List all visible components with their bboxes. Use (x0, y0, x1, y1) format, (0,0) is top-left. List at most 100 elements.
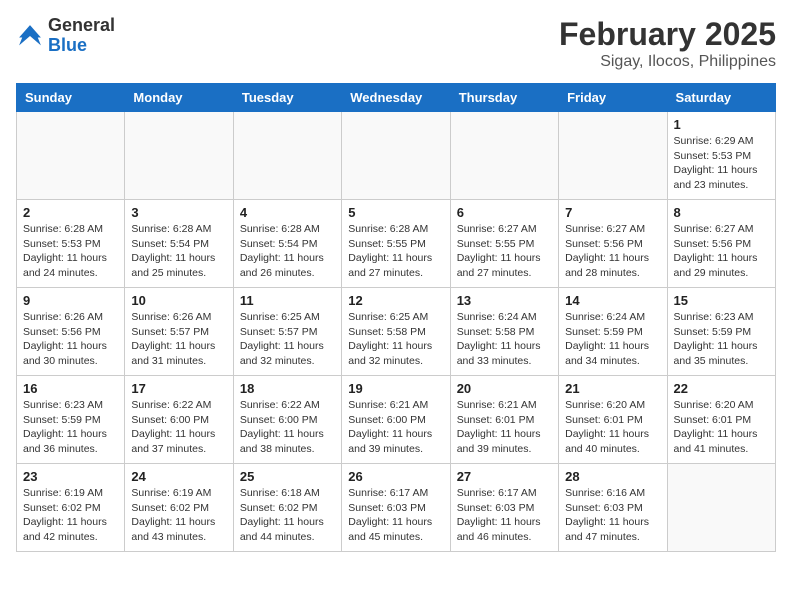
day-number: 11 (240, 293, 335, 308)
day-number: 28 (565, 469, 660, 484)
day-number: 25 (240, 469, 335, 484)
day-info: Sunrise: 6:21 AM Sunset: 6:01 PM Dayligh… (457, 398, 552, 457)
day-number: 18 (240, 381, 335, 396)
day-number: 4 (240, 205, 335, 220)
day-info: Sunrise: 6:26 AM Sunset: 5:57 PM Dayligh… (131, 310, 226, 369)
logo-icon (16, 22, 44, 50)
day-number: 26 (348, 469, 443, 484)
day-info: Sunrise: 6:25 AM Sunset: 5:57 PM Dayligh… (240, 310, 335, 369)
calendar-cell: 16 Sunrise: 6:23 AM Sunset: 5:59 PM Dayli… (17, 376, 125, 464)
day-number: 21 (565, 381, 660, 396)
title-block: February 2025 Sigay, Ilocos, Philippines (559, 16, 776, 71)
calendar-cell: 25 Sunrise: 6:18 AM Sunset: 6:02 PM Dayli… (233, 464, 341, 552)
logo: General Blue (16, 16, 115, 56)
calendar-cell: 6 Sunrise: 6:27 AM Sunset: 5:55 PM Daylig… (450, 200, 558, 288)
day-info: Sunrise: 6:29 AM Sunset: 5:53 PM Dayligh… (674, 134, 769, 193)
location-subtitle: Sigay, Ilocos, Philippines (559, 53, 776, 71)
calendar-week-row: 16 Sunrise: 6:23 AM Sunset: 5:59 PM Dayli… (17, 376, 776, 464)
weekday-header-sunday: Sunday (17, 84, 125, 112)
day-info: Sunrise: 6:20 AM Sunset: 6:01 PM Dayligh… (674, 398, 769, 457)
logo-blue: Blue (48, 35, 87, 55)
day-info: Sunrise: 6:28 AM Sunset: 5:55 PM Dayligh… (348, 222, 443, 281)
calendar-cell: 27Sunrise: 6:17 AM Sunset: 6:03 PM Dayli… (450, 464, 558, 552)
calendar-cell: 2 Sunrise: 6:28 AM Sunset: 5:53 PM Daylig… (17, 200, 125, 288)
calendar-cell: 19 Sunrise: 6:21 AM Sunset: 6:00 PM Dayli… (342, 376, 450, 464)
calendar-cell (17, 112, 125, 200)
calendar-cell (450, 112, 558, 200)
day-info: Sunrise: 6:27 AM Sunset: 5:56 PM Dayligh… (674, 222, 769, 281)
calendar-week-row: 23 Sunrise: 6:19 AM Sunset: 6:02 PM Dayli… (17, 464, 776, 552)
day-info: Sunrise: 6:24 AM Sunset: 5:58 PM Dayligh… (457, 310, 552, 369)
calendar-cell (667, 464, 775, 552)
day-info: Sunrise: 6:18 AM Sunset: 6:02 PM Dayligh… (240, 486, 335, 545)
day-info: Sunrise: 6:22 AM Sunset: 6:00 PM Dayligh… (131, 398, 226, 457)
day-number: 2 (23, 205, 118, 220)
day-number: 6 (457, 205, 552, 220)
calendar-cell: 7 Sunrise: 6:27 AM Sunset: 5:56 PM Daylig… (559, 200, 667, 288)
weekday-header-tuesday: Tuesday (233, 84, 341, 112)
day-info: Sunrise: 6:28 AM Sunset: 5:54 PM Dayligh… (240, 222, 335, 281)
day-number: 5 (348, 205, 443, 220)
calendar-cell (125, 112, 233, 200)
day-number: 7 (565, 205, 660, 220)
calendar-cell: 5 Sunrise: 6:28 AM Sunset: 5:55 PM Daylig… (342, 200, 450, 288)
day-info: Sunrise: 6:23 AM Sunset: 5:59 PM Dayligh… (674, 310, 769, 369)
day-info: Sunrise: 6:20 AM Sunset: 6:01 PM Dayligh… (565, 398, 660, 457)
day-number: 9 (23, 293, 118, 308)
day-number: 12 (348, 293, 443, 308)
page-header: General Blue February 2025 Sigay, Ilocos… (16, 16, 776, 71)
day-number: 1 (674, 117, 769, 132)
calendar-cell: 1 Sunrise: 6:29 AM Sunset: 5:53 PM Daylig… (667, 112, 775, 200)
weekday-header-friday: Friday (559, 84, 667, 112)
day-number: 8 (674, 205, 769, 220)
month-title: February 2025 (559, 16, 776, 53)
calendar-cell: 10Sunrise: 6:26 AM Sunset: 5:57 PM Dayli… (125, 288, 233, 376)
day-number: 19 (348, 381, 443, 396)
calendar-cell: 26 Sunrise: 6:17 AM Sunset: 6:03 PM Dayli… (342, 464, 450, 552)
day-info: Sunrise: 6:19 AM Sunset: 6:02 PM Dayligh… (131, 486, 226, 545)
day-info: Sunrise: 6:17 AM Sunset: 6:03 PM Dayligh… (457, 486, 552, 545)
calendar-week-row: 2 Sunrise: 6:28 AM Sunset: 5:53 PM Daylig… (17, 200, 776, 288)
calendar-cell: 17 Sunrise: 6:22 AM Sunset: 6:00 PM Dayli… (125, 376, 233, 464)
weekday-header-wednesday: Wednesday (342, 84, 450, 112)
calendar-cell: 3 Sunrise: 6:28 AM Sunset: 5:54 PM Daylig… (125, 200, 233, 288)
calendar-week-row: 9 Sunrise: 6:26 AM Sunset: 5:56 PM Daylig… (17, 288, 776, 376)
day-info: Sunrise: 6:28 AM Sunset: 5:54 PM Dayligh… (131, 222, 226, 281)
day-info: Sunrise: 6:24 AM Sunset: 5:59 PM Dayligh… (565, 310, 660, 369)
day-info: Sunrise: 6:27 AM Sunset: 5:56 PM Dayligh… (565, 222, 660, 281)
weekday-header-thursday: Thursday (450, 84, 558, 112)
logo-general: General (48, 15, 115, 35)
day-number: 14 (565, 293, 660, 308)
calendar-cell: 21 Sunrise: 6:20 AM Sunset: 6:01 PM Dayli… (559, 376, 667, 464)
day-info: Sunrise: 6:16 AM Sunset: 6:03 PM Dayligh… (565, 486, 660, 545)
day-number: 13 (457, 293, 552, 308)
day-info: Sunrise: 6:27 AM Sunset: 5:55 PM Dayligh… (457, 222, 552, 281)
weekday-header-monday: Monday (125, 84, 233, 112)
day-info: Sunrise: 6:26 AM Sunset: 5:56 PM Dayligh… (23, 310, 118, 369)
logo-text: General Blue (48, 16, 115, 56)
calendar-cell: 8 Sunrise: 6:27 AM Sunset: 5:56 PM Daylig… (667, 200, 775, 288)
day-number: 16 (23, 381, 118, 396)
calendar-cell: 12Sunrise: 6:25 AM Sunset: 5:58 PM Dayli… (342, 288, 450, 376)
weekday-header-saturday: Saturday (667, 84, 775, 112)
calendar-cell (559, 112, 667, 200)
calendar-cell: 15Sunrise: 6:23 AM Sunset: 5:59 PM Dayli… (667, 288, 775, 376)
calendar-cell: 22 Sunrise: 6:20 AM Sunset: 6:01 PM Dayli… (667, 376, 775, 464)
calendar-week-row: 1 Sunrise: 6:29 AM Sunset: 5:53 PM Daylig… (17, 112, 776, 200)
day-number: 3 (131, 205, 226, 220)
day-info: Sunrise: 6:28 AM Sunset: 5:53 PM Dayligh… (23, 222, 118, 281)
day-info: Sunrise: 6:17 AM Sunset: 6:03 PM Dayligh… (348, 486, 443, 545)
calendar-table: SundayMondayTuesdayWednesdayThursdayFrid… (16, 83, 776, 552)
day-info: Sunrise: 6:22 AM Sunset: 6:00 PM Dayligh… (240, 398, 335, 457)
calendar-cell: 18 Sunrise: 6:22 AM Sunset: 6:00 PM Dayli… (233, 376, 341, 464)
calendar-cell: 24Sunrise: 6:19 AM Sunset: 6:02 PM Dayli… (125, 464, 233, 552)
day-number: 23 (23, 469, 118, 484)
day-info: Sunrise: 6:23 AM Sunset: 5:59 PM Dayligh… (23, 398, 118, 457)
day-number: 22 (674, 381, 769, 396)
calendar-cell: 9 Sunrise: 6:26 AM Sunset: 5:56 PM Daylig… (17, 288, 125, 376)
day-info: Sunrise: 6:21 AM Sunset: 6:00 PM Dayligh… (348, 398, 443, 457)
weekday-header-row: SundayMondayTuesdayWednesdayThursdayFrid… (17, 84, 776, 112)
calendar-cell (233, 112, 341, 200)
calendar-cell: 28 Sunrise: 6:16 AM Sunset: 6:03 PM Dayli… (559, 464, 667, 552)
day-number: 17 (131, 381, 226, 396)
